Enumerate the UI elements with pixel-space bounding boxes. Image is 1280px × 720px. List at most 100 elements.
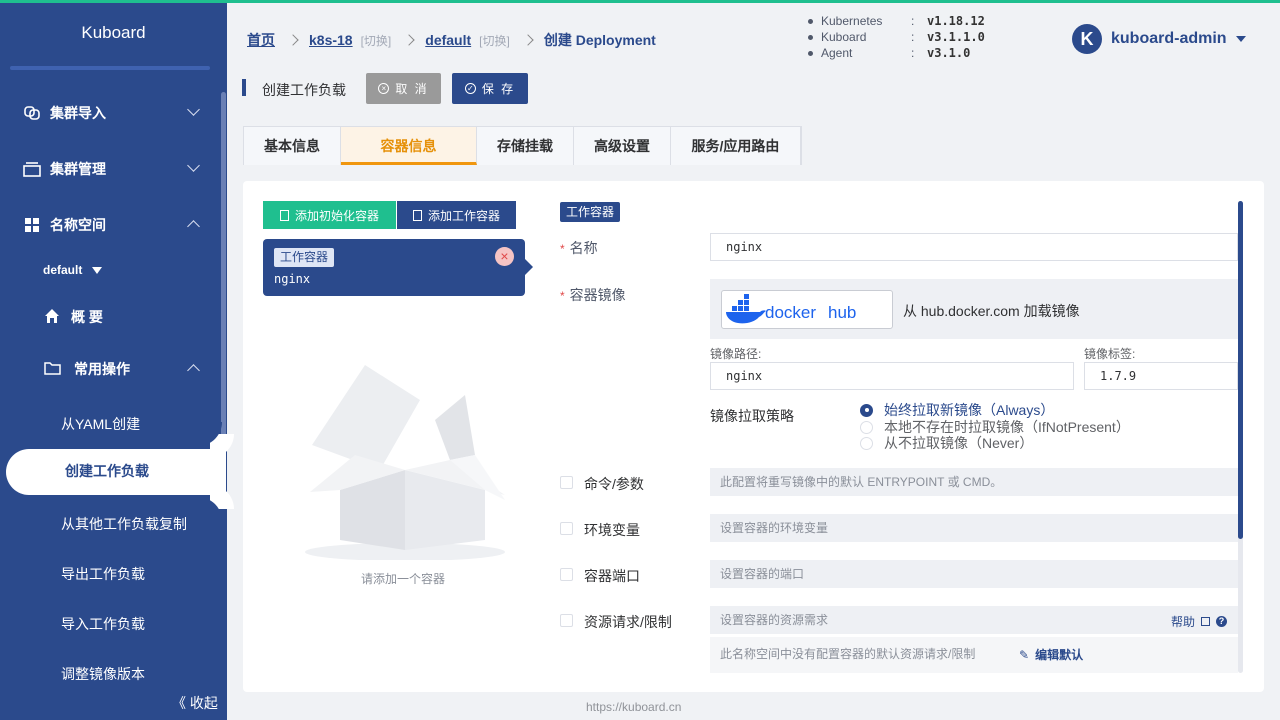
tab-basic-info[interactable]: 基本信息 [244,127,341,165]
link-icon [23,104,41,122]
panel-scrollbar[interactable] [1238,201,1243,539]
sidebar-scrollbar[interactable] [221,92,226,478]
sidebar-item-cluster-manage[interactable]: 集群管理 [0,155,222,183]
close-circle-icon: × [378,83,390,94]
sidebar-item-label: 集群导入 [50,105,106,121]
env-vars-checkbox[interactable] [560,522,573,535]
radio-unchecked [860,420,873,434]
add-work-label: 添加工作容器 [427,208,500,223]
caret-down-icon [1235,36,1246,42]
pull-policy-never[interactable]: 从不拉取镜像（Never） [860,433,1033,453]
sidebar-item-cluster-import[interactable]: 集群导入 [0,99,222,127]
version-name: Agent [821,46,853,60]
home-icon [44,308,62,326]
sidebar-item-label: 常用操作 [74,361,130,377]
image-path-input[interactable]: nginx [710,362,1074,390]
pull-policy-label: 镜像拉取策略 [710,408,794,424]
container-name-input[interactable]: nginx [710,233,1238,261]
grid-icon [23,216,41,234]
check-circle-icon: ✓ [464,83,476,94]
image-tag-input[interactable]: 1.7.9 [1084,362,1238,390]
footer-link[interactable]: https://kuboard.cn [586,700,681,714]
chevron-up-icon [187,364,200,377]
breadcrumb-cluster-switch[interactable]: [切换] [361,32,392,49]
ports-checkbox[interactable] [560,568,573,581]
title-marker [242,79,246,96]
sidebar-top-scroll-indicator [10,66,210,70]
version-value: v3.1.0 [927,46,971,60]
sidebar-collapse-button[interactable]: 《 收起 [172,693,218,713]
chevron-down-icon [187,159,200,172]
help-label: 帮助 [1171,615,1196,629]
resources-checkbox[interactable] [560,614,573,627]
user-menu[interactable]: K kuboard-admin [1072,24,1246,54]
add-init-container-button[interactable]: 添加初始化容器 [263,201,396,229]
empty-hint: 请添加一个容器 [361,572,446,586]
external-link-icon [1201,617,1211,626]
help-link[interactable]: 帮助 ? [1171,613,1228,630]
tab-container-info[interactable]: 容器信息 [341,127,477,165]
ports-hint: 设置容器的端口 [710,560,1238,588]
add-init-label: 添加初始化容器 [294,208,379,223]
edit-default-button[interactable]: ✎ 编辑默认 [1019,646,1083,663]
name-label-text: 名称 [569,240,598,256]
chevron-right-icon [287,34,299,46]
version-info: Kubernetes: v1.18.12 Kuboard: v3.1.1.0 Age… [808,13,985,61]
container-card-tag: 工作容器 [274,248,335,267]
version-name: Kubernetes [821,14,883,28]
dockerhub-button[interactable]: docker hub [721,290,893,329]
tab-advanced[interactable]: 高级设置 [574,127,671,165]
resources-hint: 设置容器的资源需求 [710,606,1238,634]
breadcrumb-cluster[interactable]: k8s-18 [309,32,353,48]
cancel-button[interactable]: × 取 消 [366,73,441,104]
sidebar-sub-adjust-image[interactable]: 调整镜像版本 [61,664,145,684]
sidebar-sub-import-workload[interactable]: 导入工作负载 [61,614,145,634]
image-label-text: 容器镜像 [569,287,626,303]
chevron-up-icon [187,220,200,233]
chevron-right-icon [522,34,534,46]
document-icon [279,209,289,221]
save-label: 保 存 [481,82,516,96]
radio-checked [860,403,873,417]
sidebar-item-overview[interactable]: 概 要 [0,303,222,331]
chevron-down-icon [187,103,200,116]
tab-storage[interactable]: 存储挂载 [477,127,574,165]
sidebar-item-namespace[interactable]: 名称空间 [0,211,222,239]
container-card-name: nginx [274,272,311,286]
sidebar-sub-export-workload[interactable]: 导出工作负载 [61,564,145,584]
svg-text:docker: docker [765,303,816,322]
command-args-checkbox[interactable] [560,476,573,489]
version-name: Kuboard [821,30,867,44]
breadcrumb-namespace-switch[interactable]: [切换] [479,32,510,49]
sidebar-sub-copy-workload[interactable]: 从其他工作负载复制 [61,514,187,534]
chevron-right-icon [403,34,415,46]
radio-label: 从不拉取镜像（Never） [884,435,1034,451]
sidebar-sub-from-yaml[interactable]: 从YAML创建 [61,414,140,434]
image-path-label: 镜像路径: [710,347,762,361]
edit-icon: ✎ [1019,647,1030,662]
server-icon [23,160,41,178]
breadcrumb-home[interactable]: 首页 [247,30,275,50]
breadcrumb-current: 创建 Deployment [543,32,656,48]
tab-service-route[interactable]: 服务/应用路由 [671,127,801,165]
radio-unchecked [860,436,873,450]
ports-label: 容器端口 [584,568,640,584]
sidebar-active-label: 创建工作负载 [65,463,149,479]
cancel-label: 取 消 [395,82,429,96]
sidebar-item-label: 集群管理 [50,161,106,177]
sidebar-item-common-ops[interactable]: 常用操作 [0,355,222,383]
avatar: K [1072,24,1102,54]
document-icon [412,209,422,221]
env-vars-hint: 设置容器的环境变量 [710,514,1238,542]
breadcrumb-namespace[interactable]: default [425,32,471,48]
svg-text:hub: hub [828,303,856,322]
namespace-value: default [43,263,83,277]
sidebar-item-label: 概 要 [71,309,103,325]
save-button[interactable]: ✓ 保 存 [452,73,528,104]
resource-note: 此名称空间中没有配置容器的默认资源请求/限制 [710,637,1238,673]
namespace-selector[interactable]: default [43,263,103,277]
empty-box-illustration [300,360,510,561]
remove-container-button[interactable]: × [495,247,514,266]
add-work-container-button[interactable]: 添加工作容器 [397,201,516,229]
breadcrumb: 首页 k8s-18 [切换] default [切换] 创建 Deploymen… [247,30,656,50]
